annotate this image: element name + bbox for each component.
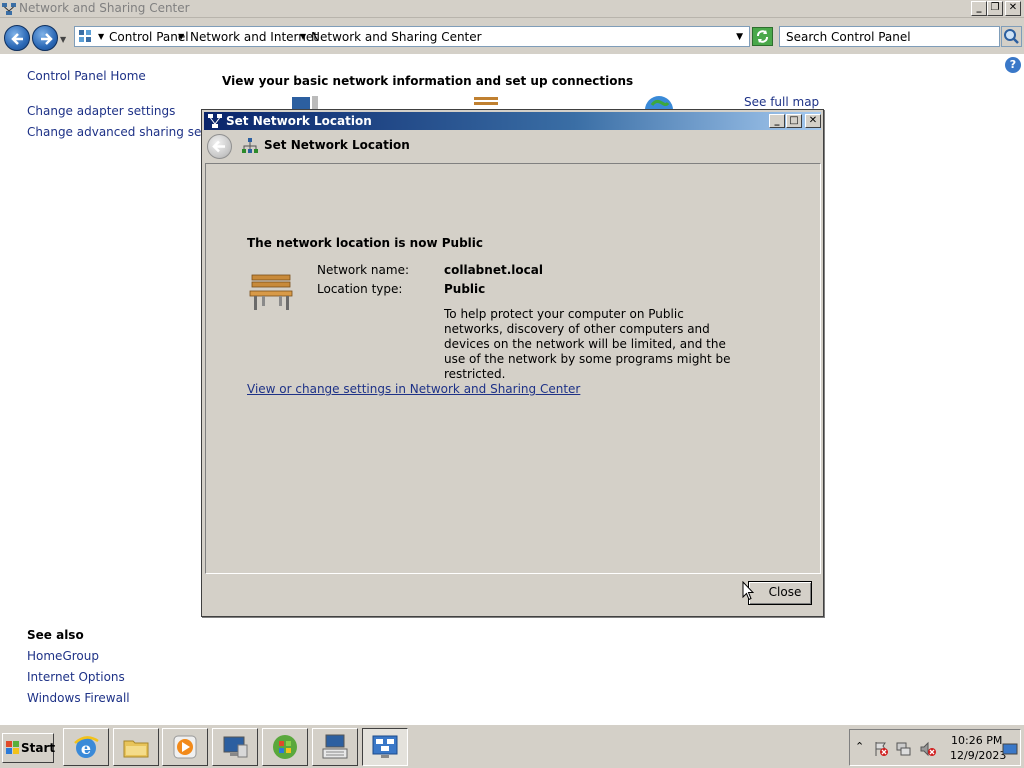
dialog-back-button[interactable] [207, 134, 232, 159]
computer-icon [292, 96, 318, 109]
window-title: Network and Sharing Center [19, 1, 190, 15]
help-icon[interactable]: ? [1005, 57, 1021, 73]
taskbar-keyboard-app[interactable] [312, 728, 358, 766]
location-type-label: Location type: [317, 282, 403, 296]
windows-firewall-link[interactable]: Windows Firewall [27, 691, 130, 705]
crumb-control-panel[interactable]: Control Panel [109, 30, 189, 44]
network-name-label: Network name: [317, 263, 409, 277]
dialog-maximize-button[interactable]: □ [786, 114, 802, 128]
location-type-value: Public [444, 282, 486, 296]
refresh-button[interactable] [752, 27, 773, 46]
back-button[interactable] [4, 25, 30, 51]
crumb-network-and-internet[interactable]: Network and Internet [190, 30, 318, 44]
action-center-flag-icon[interactable] [873, 741, 889, 757]
clock-time[interactable]: 10:26 PM [951, 734, 1002, 747]
public-bench-icon [249, 274, 293, 310]
recent-pages-dropdown-icon[interactable]: ▼ [60, 35, 66, 44]
crumb-separator-icon[interactable]: ▼ [300, 32, 306, 41]
minimize-button[interactable]: _ [971, 1, 987, 16]
network-icon [242, 138, 258, 153]
address-bar: ▼ ▼ Control Panel ▼ Network and Internet… [0, 18, 1024, 54]
show-hidden-icons-icon[interactable]: ⌃ [855, 740, 871, 756]
page-heading: View your basic network information and … [222, 74, 634, 88]
internet-explorer-icon: e [74, 736, 99, 758]
window-titlebar[interactable]: Network and Sharing Center _ ❐ ✕ [0, 0, 1024, 18]
dialog-minimize-button[interactable]: _ [769, 114, 785, 128]
taskbar-network-center[interactable] [362, 728, 408, 766]
see-also-heading: See also [27, 628, 84, 642]
clock-date[interactable]: 12/9/2023 [950, 749, 1006, 762]
computer-icon [223, 736, 248, 758]
dialog-titlebar[interactable]: Set Network Location _ □ ✕ [204, 112, 821, 130]
set-network-location-dialog: Set Network Location _ □ ✕ Set Network L… [201, 109, 824, 617]
dialog-close-button[interactable]: ✕ [805, 114, 821, 128]
start-label: Start [21, 741, 56, 755]
network-icon [208, 114, 222, 128]
network-status-icon[interactable] [896, 741, 912, 757]
restore-button[interactable]: ❐ [987, 1, 1003, 16]
change-adapter-settings-link[interactable]: Change adapter settings [27, 104, 175, 118]
volume-muted-icon[interactable] [920, 741, 936, 757]
taskbar-explorer[interactable] [113, 728, 159, 766]
control-panel-icon [79, 30, 91, 42]
crumb-separator-icon[interactable]: ▼ [98, 32, 104, 41]
back-arrow-icon [11, 33, 23, 45]
homegroup-link[interactable]: HomeGroup [27, 649, 99, 663]
forward-arrow-icon [41, 33, 53, 45]
network-name-value: collabnet.local [444, 263, 543, 277]
address-dropdown-icon[interactable]: ▼ [736, 32, 743, 42]
dialog-title: Set Network Location [226, 114, 372, 128]
public-network-description: To help protect your computer on Public … [444, 307, 731, 381]
windows-orb-icon [273, 735, 297, 759]
crumb-separator-icon[interactable]: ▼ [178, 32, 184, 41]
network-icon [2, 3, 16, 15]
taskbar: Start e ⌃ 10:26 PM 12/9/2023 [0, 724, 1024, 768]
see-full-map-link[interactable]: See full map [744, 95, 819, 109]
mouse-cursor-icon [742, 581, 754, 601]
crumb-network-and-sharing-center[interactable]: Network and Sharing Center [311, 30, 482, 44]
network-icon [372, 735, 398, 758]
search-input[interactable]: Search Control Panel [779, 26, 1000, 47]
show-desktop-icon[interactable] [1002, 741, 1018, 757]
search-icon [1004, 29, 1019, 44]
taskbar-windows-orb[interactable] [262, 728, 308, 766]
taskbar-computer[interactable] [212, 728, 258, 766]
dialog-header: Set Network Location [264, 138, 410, 152]
keyboard-icon [322, 734, 348, 759]
taskbar-internet-explorer[interactable]: e [63, 728, 109, 766]
windows-logo-icon [6, 741, 19, 754]
taskbar-media-player[interactable] [162, 728, 208, 766]
control-panel-home-link[interactable]: Control Panel Home [27, 69, 146, 83]
svg-text:e: e [81, 739, 91, 758]
back-arrow-icon [212, 140, 225, 153]
dialog-content-panel: The network location is now Public Netwo… [205, 163, 821, 574]
search-button[interactable] [1001, 26, 1022, 47]
breadcrumb[interactable]: ▼ Control Panel ▼ Network and Internet ▼… [74, 26, 750, 47]
forward-button[interactable] [32, 25, 58, 51]
bench-icon [474, 97, 498, 105]
status-message: The network location is now Public [247, 236, 484, 250]
media-player-icon [173, 735, 197, 759]
network-sharing-center-link[interactable]: View or change settings in Network and S… [247, 382, 580, 396]
folder-icon [123, 740, 149, 758]
internet-options-link[interactable]: Internet Options [27, 670, 125, 684]
refresh-icon [757, 30, 768, 43]
close-window-button[interactable]: ✕ [1005, 1, 1021, 16]
internet-globe-icon [645, 96, 673, 109]
close-button[interactable]: Close [748, 581, 812, 605]
system-tray: ⌃ 10:26 PM 12/9/2023 [849, 729, 1021, 766]
start-button[interactable]: Start [2, 733, 56, 763]
